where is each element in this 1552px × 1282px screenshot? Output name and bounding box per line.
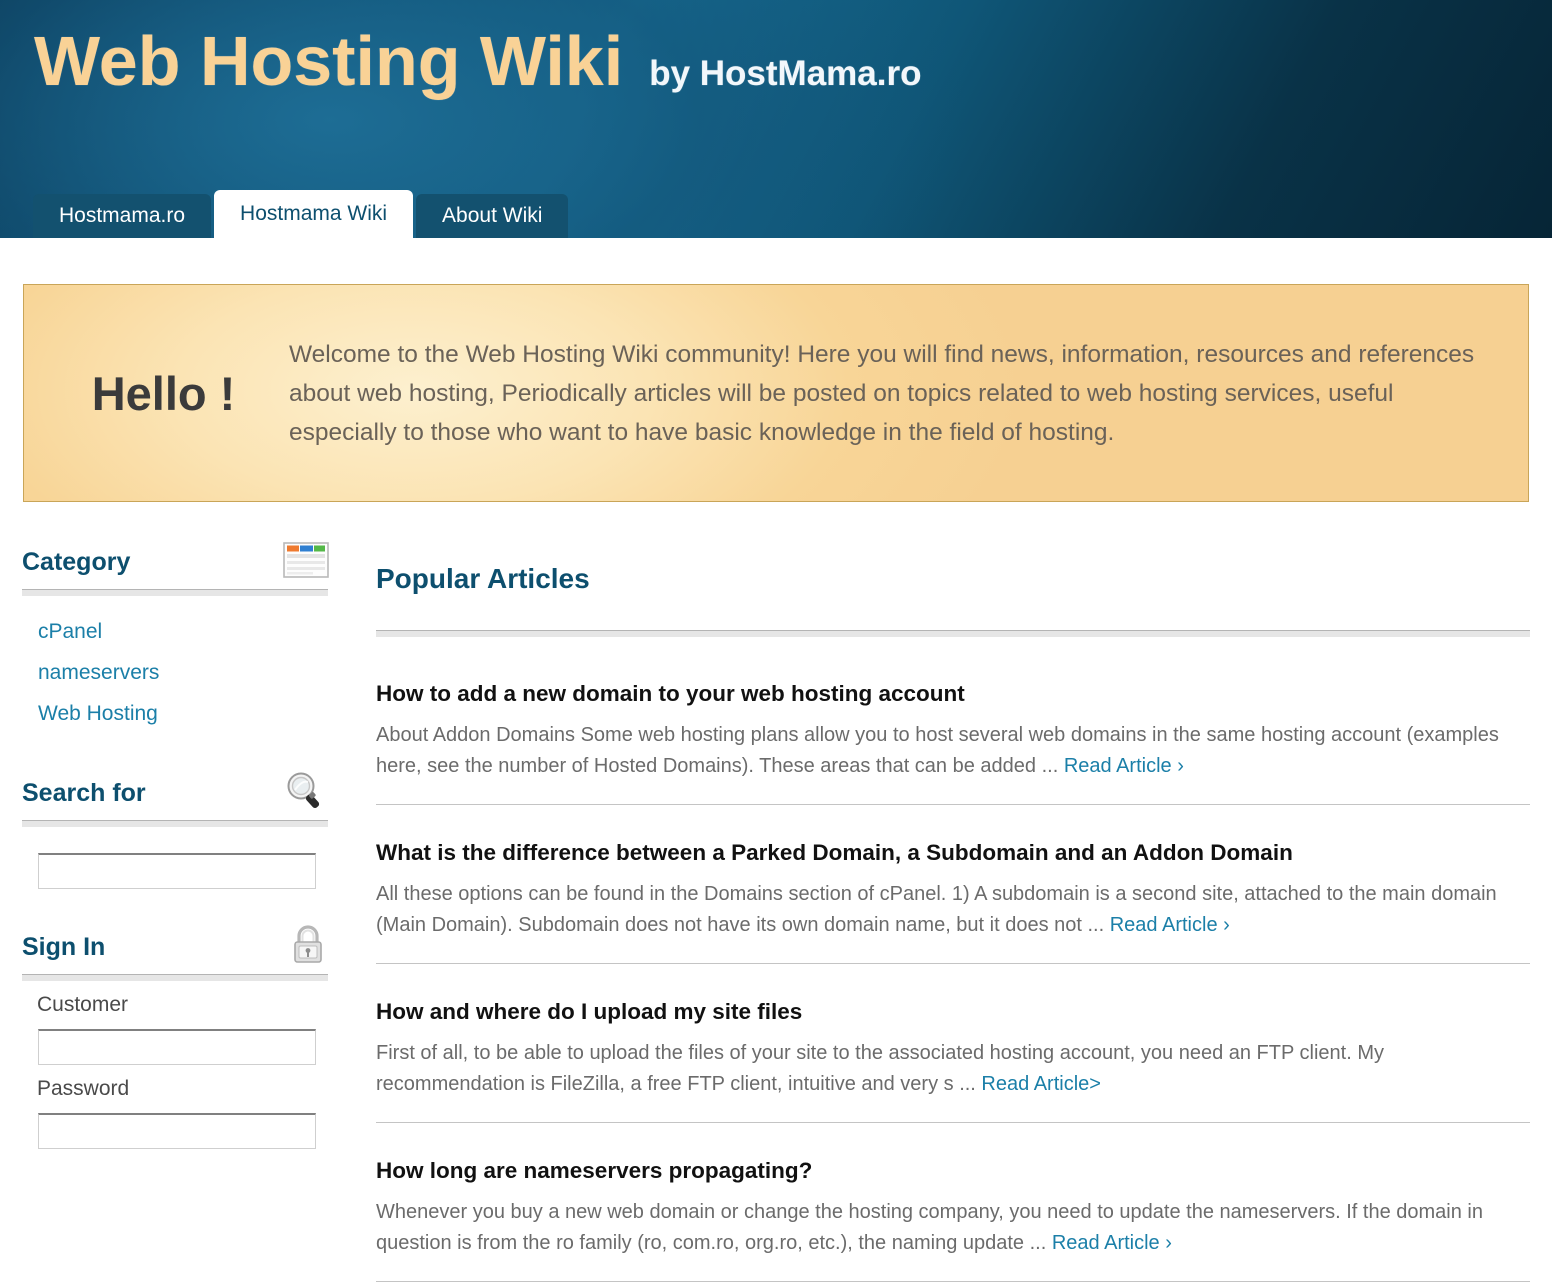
tab-hostmama-wiki[interactable]: Hostmama Wiki bbox=[214, 190, 414, 238]
article-item: How long are nameservers propagating? Wh… bbox=[376, 1123, 1530, 1282]
site-header: Web Hosting Wiki by HostMama.ro Hostmama… bbox=[0, 0, 1552, 238]
widget-category-divider bbox=[22, 589, 328, 596]
category-link-cpanel[interactable]: cPanel bbox=[22, 612, 352, 653]
password-input[interactable] bbox=[38, 1113, 316, 1149]
widget-search-header: Search for bbox=[22, 771, 352, 815]
article-title[interactable]: How long are nameservers propagating? bbox=[376, 1157, 1530, 1184]
welcome-banner-wrapper: Hello ! Welcome to the Web Hosting Wiki … bbox=[0, 238, 1552, 502]
article-excerpt: Whenever you buy a new web domain or cha… bbox=[376, 1197, 1530, 1259]
page-title: Popular Articles bbox=[376, 563, 590, 595]
article-item: What is the difference between a Parked … bbox=[376, 805, 1530, 965]
welcome-hello-title: Hello ! bbox=[91, 366, 236, 420]
widget-search-divider bbox=[22, 820, 328, 827]
logo-byline: by HostMama.ro bbox=[649, 54, 922, 93]
tab-label: Hostmama.ro bbox=[59, 204, 186, 227]
widget-signin: Sign In Customer Password bbox=[22, 923, 352, 1149]
widget-category-title: Category bbox=[22, 547, 131, 576]
widget-search: Search for bbox=[22, 771, 352, 889]
password-field-label: Password bbox=[37, 1077, 130, 1100]
search-input[interactable] bbox=[38, 853, 316, 889]
main-heading-divider bbox=[376, 630, 1530, 638]
read-article-link[interactable]: Read Article › bbox=[1110, 914, 1230, 936]
customer-field-label: Customer bbox=[37, 993, 129, 1016]
article-title[interactable]: What is the difference between a Parked … bbox=[376, 839, 1530, 866]
welcome-banner: Hello ! Welcome to the Web Hosting Wiki … bbox=[23, 284, 1529, 502]
logo-title: Web Hosting Wiki bbox=[34, 22, 624, 100]
main-column: Popular Articles How to add a new domain… bbox=[352, 540, 1552, 1282]
widget-search-title: Search for bbox=[22, 778, 146, 807]
article-item: How to add a new domain to your web host… bbox=[376, 646, 1530, 806]
tab-label: Hostmama Wiki bbox=[240, 202, 388, 225]
search-input-wrapper bbox=[22, 827, 352, 889]
article-excerpt: About Addon Domains Some web hosting pla… bbox=[376, 720, 1530, 782]
widget-signin-divider bbox=[22, 974, 328, 981]
category-link-nameservers[interactable]: nameservers bbox=[22, 653, 352, 694]
article-title[interactable]: How and where do I upload my site files bbox=[376, 998, 1530, 1025]
article-excerpt-text: First of all, to be able to upload the f… bbox=[376, 1042, 1384, 1096]
widget-signin-title: Sign In bbox=[22, 932, 106, 961]
article-title[interactable]: How to add a new domain to your web host… bbox=[376, 680, 1530, 707]
article-excerpt: All these options can be found in the Do… bbox=[376, 879, 1530, 941]
magnifier-icon bbox=[282, 770, 330, 817]
article-excerpt: First of all, to be able to upload the f… bbox=[376, 1038, 1530, 1100]
padlock-icon bbox=[286, 923, 330, 972]
category-link-web-hosting[interactable]: Web Hosting bbox=[22, 694, 352, 735]
main-navigation-tabs: Hostmama.ro Hostmama Wiki About Wiki bbox=[33, 190, 569, 238]
site-logo: Web Hosting Wiki by HostMama.ro bbox=[34, 26, 921, 96]
read-article-link[interactable]: Read Article › bbox=[1064, 755, 1184, 777]
news-document-icon bbox=[282, 540, 330, 585]
article-excerpt-text: About Addon Domains Some web hosting pla… bbox=[376, 724, 1499, 778]
welcome-body-text: Welcome to the Web Hosting Wiki communit… bbox=[289, 340, 1475, 446]
widget-category: Category cPanel nameservers Web Hosting bbox=[22, 540, 352, 735]
article-item: How and where do I upload my site files … bbox=[376, 964, 1530, 1124]
tab-hostmama-ro[interactable]: Hostmama.ro bbox=[33, 194, 212, 238]
read-article-link[interactable]: Read Article> bbox=[981, 1073, 1101, 1095]
tab-label: About Wiki bbox=[442, 204, 543, 227]
sidebar: Category cPanel nameservers Web Hosting … bbox=[0, 540, 352, 1185]
customer-input[interactable] bbox=[38, 1029, 316, 1065]
article-excerpt-text: Whenever you buy a new web domain or cha… bbox=[376, 1201, 1483, 1255]
widget-category-header: Category bbox=[22, 540, 352, 584]
tab-about-wiki[interactable]: About Wiki bbox=[416, 194, 569, 238]
article-excerpt-text: All these options can be found in the Do… bbox=[376, 883, 1497, 937]
page-content: Category cPanel nameservers Web Hosting … bbox=[0, 502, 1552, 1282]
category-list: cPanel nameservers Web Hosting bbox=[22, 596, 352, 735]
widget-signin-header: Sign In bbox=[22, 923, 352, 972]
read-article-link[interactable]: Read Article › bbox=[1052, 1232, 1172, 1254]
